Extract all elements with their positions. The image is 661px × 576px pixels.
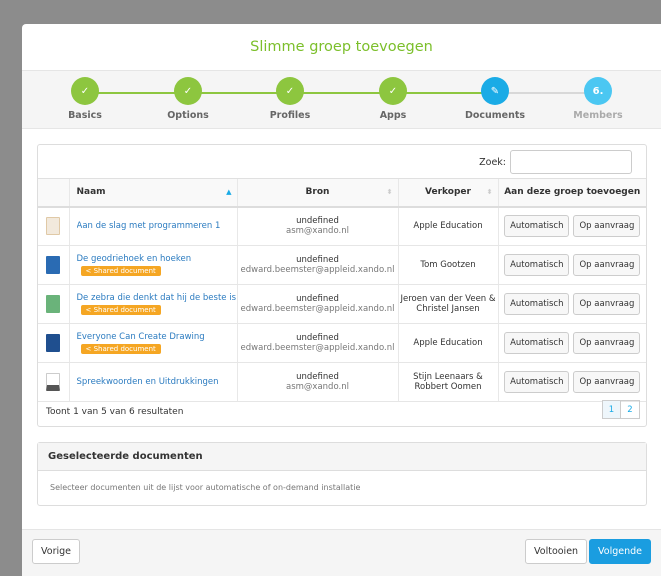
step-basics[interactable]: ✓ Basics xyxy=(35,77,135,121)
seller: Apple Education xyxy=(397,206,498,246)
step-options[interactable]: ✓ Options xyxy=(138,77,238,121)
on-request-button[interactable]: Op aanvraag xyxy=(573,332,641,354)
col-toevoegen: Aan deze groep toevoegen xyxy=(497,178,646,208)
automatic-button[interactable]: Automatisch xyxy=(504,332,570,354)
document-link[interactable]: Spreekwoorden en Uitdrukkingen xyxy=(77,377,237,387)
table-row: Spreekwoorden en Uitdrukkingen undefined… xyxy=(38,362,646,402)
step-apps[interactable]: ✓ Apps xyxy=(343,77,443,121)
col-thumb xyxy=(38,178,69,208)
search-label: Zoek: xyxy=(479,156,506,168)
on-request-button[interactable]: Op aanvraag xyxy=(573,293,641,315)
wizard-steps: ✓ Basics ✓ Options ✓ Profiles ✓ Apps ✎ D… xyxy=(22,71,661,129)
shared-badge: < Shared document xyxy=(80,305,161,315)
document-thumbnail xyxy=(46,217,61,236)
finish-button[interactable]: Voltooien xyxy=(525,539,588,564)
dialog-header: Slimme groep toevoegen xyxy=(22,24,661,71)
seller: Stijn Leenaars & Robbert Oomen xyxy=(397,362,498,402)
add-smart-group-dialog: Slimme groep toevoegen ✓ Basics ✓ Option… xyxy=(22,24,661,576)
sort-icon: ⬍ xyxy=(486,188,493,196)
table-header: Naam ▲ Bron ⬍ Verkoper ⬍ Aan deze groep toe… xyxy=(38,178,646,208)
automatic-button[interactable]: Automatisch xyxy=(504,215,570,238)
col-verkoper[interactable]: Verkoper ⬍ xyxy=(397,178,498,208)
document-thumbnail xyxy=(46,334,61,352)
shared-badge: < Shared document xyxy=(80,344,161,354)
page-1-button[interactable]: 1 xyxy=(602,400,621,419)
pagination: 1 2 xyxy=(602,400,640,419)
table-row: Everyone Can Create Drawing < Shared docu… xyxy=(38,323,646,363)
step-documents[interactable]: ✎ Documents xyxy=(445,77,545,121)
document-link[interactable]: De geodriehoek en hoeken xyxy=(77,254,237,264)
check-icon: ✓ xyxy=(174,77,202,105)
dialog-footer: Vorige Voltooien Volgende xyxy=(22,529,661,576)
search-input[interactable] xyxy=(510,150,632,174)
selected-documents-title: Geselecteerde documenten xyxy=(38,443,646,471)
documents-panel: Zoek: Naam ▲ Bron ⬍ Verkoper ⬍ Aan deze gro… xyxy=(37,144,647,427)
sort-asc-icon: ▲ xyxy=(226,188,232,196)
document-thumbnail xyxy=(46,373,61,391)
automatic-button[interactable]: Automatisch xyxy=(504,293,570,315)
table-row: De zebra die denkt dat hij de beste is < … xyxy=(38,284,646,324)
next-button[interactable]: Volgende xyxy=(589,539,651,564)
selected-documents-panel: Geselecteerde documenten Selecteer docum… xyxy=(37,442,647,506)
automatic-button[interactable]: Automatisch xyxy=(504,371,570,393)
document-link[interactable]: Everyone Can Create Drawing xyxy=(77,332,237,342)
shared-badge: < Shared document xyxy=(80,266,161,276)
search-row: Zoek: xyxy=(479,150,632,174)
seller: Apple Education xyxy=(397,323,498,363)
col-bron[interactable]: Bron ⬍ xyxy=(236,178,398,208)
table-row: De geodriehoek en hoeken < Shared documen… xyxy=(38,245,646,285)
on-request-button[interactable]: Op aanvraag xyxy=(573,371,641,393)
step-members[interactable]: 6. Members xyxy=(548,77,648,121)
on-request-button[interactable]: Op aanvraag xyxy=(573,215,641,238)
pencil-icon: ✎ xyxy=(481,77,509,105)
dialog-title: Slimme groep toevoegen xyxy=(250,39,433,55)
table-info: Toont 1 van 5 van 6 resultaten xyxy=(46,407,184,417)
previous-button[interactable]: Vorige xyxy=(32,539,80,564)
document-link[interactable]: Aan de slag met programmeren 1 xyxy=(77,221,237,231)
automatic-button[interactable]: Automatisch xyxy=(504,254,570,276)
documents-table: Naam ▲ Bron ⬍ Verkoper ⬍ Aan deze groep toe… xyxy=(38,178,646,402)
sort-icon: ⬍ xyxy=(386,188,393,196)
document-thumbnail xyxy=(46,295,61,313)
check-icon: ✓ xyxy=(379,77,407,105)
selected-documents-hint: Selecteer documenten uit de lijst voor a… xyxy=(50,483,361,492)
seller: Tom Gootzen xyxy=(397,245,498,285)
col-naam[interactable]: Naam ▲ xyxy=(68,178,237,208)
check-icon: ✓ xyxy=(276,77,304,105)
step-profiles[interactable]: ✓ Profiles xyxy=(240,77,340,121)
step-number: 6. xyxy=(584,77,612,105)
document-link[interactable]: De zebra die denkt dat hij de beste is xyxy=(77,293,237,303)
document-thumbnail xyxy=(46,256,61,274)
check-icon: ✓ xyxy=(71,77,99,105)
on-request-button[interactable]: Op aanvraag xyxy=(573,254,641,276)
page-2-button[interactable]: 2 xyxy=(621,400,640,419)
table-row: Aan de slag met programmeren 1 undefined… xyxy=(38,206,646,246)
seller: Jeroen van der Veen & Christel Jansen xyxy=(397,284,498,324)
